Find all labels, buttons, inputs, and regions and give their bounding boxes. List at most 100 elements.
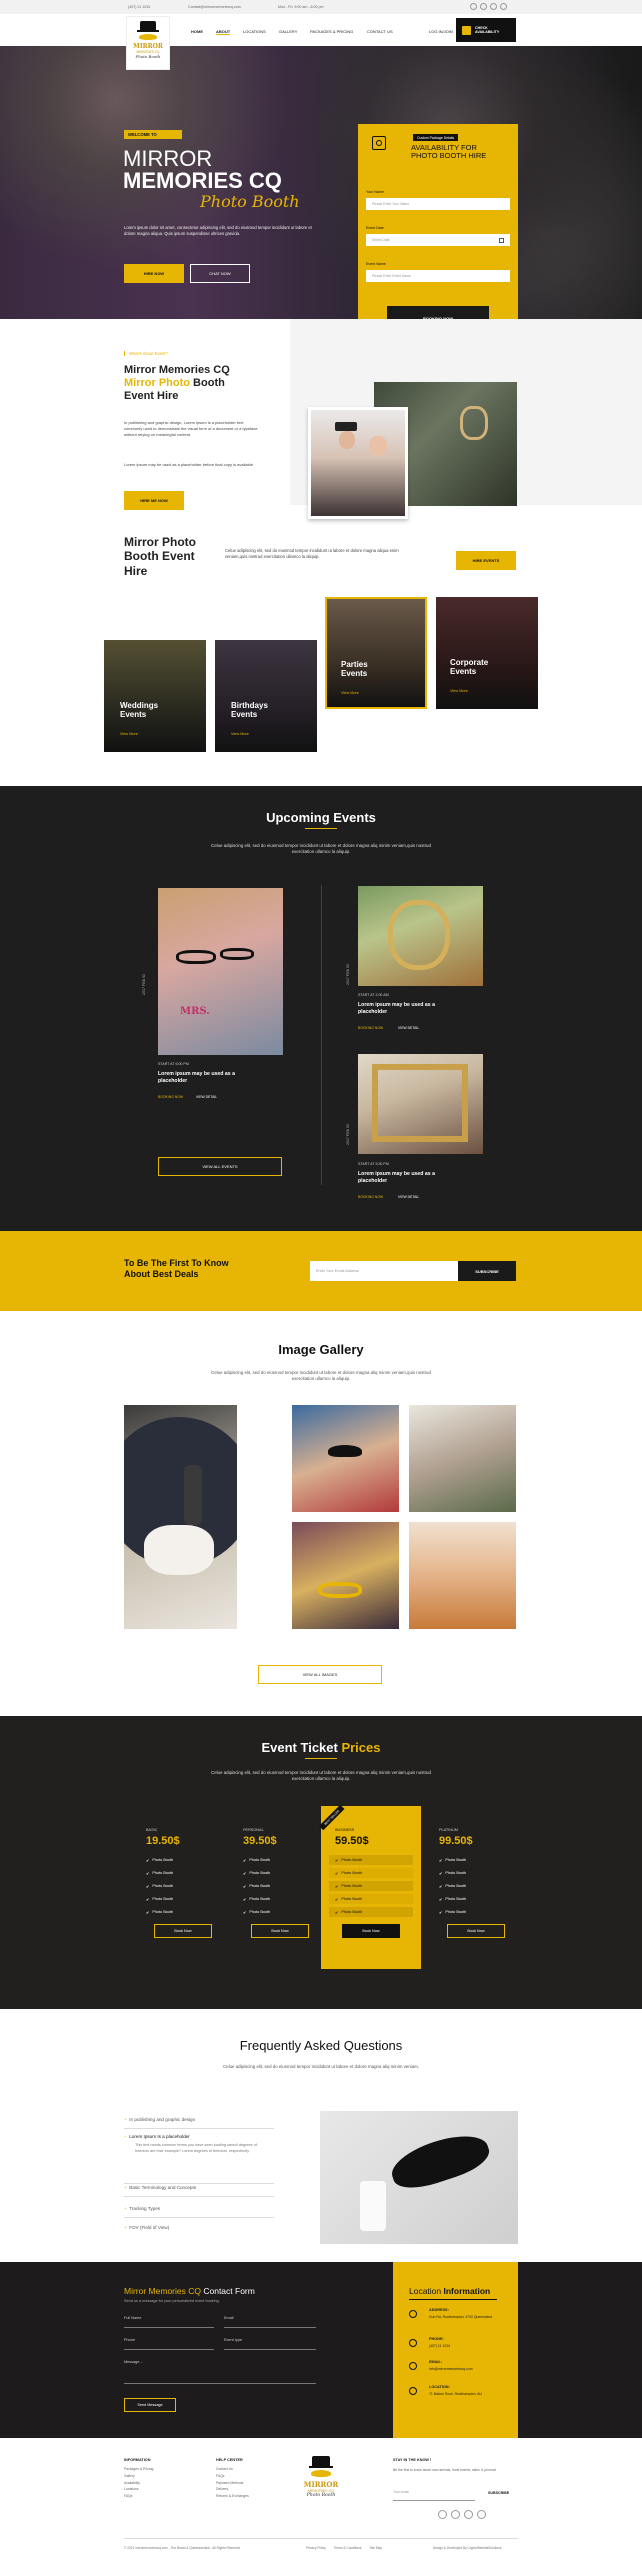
check-availability-button[interactable]: CHECK AVAILABILITY <box>456 18 516 42</box>
plan-price: 99.50$ <box>439 1835 473 1847</box>
plan-feature: ✔ Photo Booth <box>243 1870 271 1876</box>
view-all-images-button[interactable]: VIEW ALL IMAGES <box>258 1665 382 1684</box>
footer-link[interactable]: Locations <box>124 2486 204 2493</box>
upcoming-photo-3 <box>358 1054 483 1154</box>
view-more-link[interactable]: View More <box>450 689 468 693</box>
events-title: Mirror Photo Booth Event Hire <box>124 535 196 578</box>
phone-input[interactable]: Phone <box>124 2338 214 2350</box>
booking-now-link[interactable]: BOOKING NOW <box>158 1095 183 1099</box>
send-message-button[interactable]: Send Message <box>124 2398 176 2412</box>
login-link[interactable]: LOG IN/JOIN <box>429 29 453 34</box>
event-type-input[interactable]: Event type <box>224 2338 316 2350</box>
footer-subscribe-button[interactable]: SUBSCRIBE <box>488 2491 509 2495</box>
hire-now-button[interactable]: HIRE NOW <box>124 264 184 283</box>
footer-email-input[interactable]: Your email <box>393 2490 475 2501</box>
hire-me-now-button[interactable]: HIRE ME NOW <box>124 491 184 510</box>
plan-book-button[interactable]: Book Now <box>251 1924 309 1938</box>
view-more-link[interactable]: View More <box>341 691 359 695</box>
booking-now-link[interactable]: BOOKING NOW <box>358 1195 383 1199</box>
event-card-parties[interactable]: Parties Events View More <box>325 597 427 709</box>
twitter-icon[interactable] <box>451 2510 460 2519</box>
view-detail-link[interactable]: VIEW DETAIL <box>398 1026 419 1030</box>
full-name-input[interactable]: Full Name <box>124 2316 214 2328</box>
view-detail-link[interactable]: VIEW DETAIL <box>196 1095 217 1099</box>
email-text[interactable]: Contact@mirrormemoriescq.com <box>188 5 241 9</box>
nav-packages[interactable]: PACKAGES & PRICING <box>310 29 353 34</box>
pricing-card-personal: PERSONAL 39.50$ ✔ Photo Booth ✔ Photo Booth ✔ P… <box>241 1828 321 1958</box>
plan-name: BASIC <box>146 1828 158 1832</box>
faq-item-5[interactable]: + FOV (Field of View) <box>124 2225 274 2230</box>
contact-email[interactable]: info@mirrormemoriescq.com <box>429 2367 473 2371</box>
subscribe-button[interactable]: SUBSCRIBE <box>458 1261 516 1281</box>
footer-link[interactable]: Packages & Pricing <box>124 2466 204 2473</box>
facebook-icon[interactable] <box>470 3 477 10</box>
view-more-link[interactable]: View More <box>231 732 249 736</box>
view-all-events-button[interactable]: VIEW ALL EVENTS <box>158 1157 282 1176</box>
contact-phone[interactable]: (407) 11 1234 <box>429 2344 450 2348</box>
plan-book-button[interactable]: Book Now <box>342 1924 400 1938</box>
privacy-link[interactable]: Privacy Policy <box>306 2546 326 2550</box>
logo[interactable]: MIRROR MEMORIES CQ Photo Booth <box>126 16 170 70</box>
instagram-icon[interactable] <box>464 2510 473 2519</box>
event-input[interactable]: Please Enter Event Name <box>366 270 510 282</box>
pinterest-icon[interactable] <box>500 3 507 10</box>
plan-feature: ✔ Photo Booth <box>243 1883 271 1889</box>
name-input[interactable]: Please Enter Your Name <box>366 198 510 210</box>
footer-link[interactable]: FAQs <box>124 2493 204 2500</box>
location-title: Location Information <box>409 2286 491 2296</box>
gallery-image-3[interactable] <box>409 1405 516 1512</box>
date-input[interactable]: Select Date <box>366 234 510 246</box>
view-detail-link[interactable]: VIEW DETAIL <box>398 1195 419 1199</box>
view-more-link[interactable]: View More <box>120 732 138 736</box>
faq-item-3[interactable]: + Basic Terminology and Concepts <box>124 2185 274 2190</box>
phone-text[interactable]: (407) 11 1234 <box>128 5 150 9</box>
hire-events-button[interactable]: HIRE EVENTS <box>456 551 516 570</box>
event-card-corporate[interactable]: Corporate Events View More <box>436 597 538 709</box>
logo-text: MIRROR <box>133 43 163 50</box>
nav-home[interactable]: HOME <box>191 29 203 34</box>
nav-contact[interactable]: CONTACT US <box>367 29 393 34</box>
mustache-icon <box>139 34 157 40</box>
best-seller-ribbon: BEST SELLER <box>319 1804 345 1831</box>
footer-logo[interactable]: MIRROR MEMORIES CQ Photo Booth <box>293 2454 349 2520</box>
plan-feature: ✔ Photo Booth <box>146 1909 174 1915</box>
footer-link[interactable]: Returns & Exchanges <box>216 2493 296 2500</box>
footer-link[interactable]: Payment Methods <box>216 2480 296 2487</box>
event-label: Event Name <box>366 262 386 266</box>
faq-item-2[interactable]: − Lorem Ipsum Is a placeholder <box>124 2134 274 2139</box>
plan-book-button[interactable]: Book Now <box>154 1924 212 1938</box>
event-card-birthdays[interactable]: Birthdays Events View More <box>215 640 317 752</box>
plan-feature: ✔ Photo Booth <box>243 1857 271 1863</box>
nav-gallery[interactable]: GALLERY <box>279 29 297 34</box>
event-card-weddings[interactable]: Weddings Events View More <box>104 640 206 752</box>
chat-now-button[interactable]: CHAT NOW <box>190 264 250 283</box>
plan-feature: ✔ Photo Booth <box>243 1896 271 1902</box>
instagram-icon[interactable] <box>490 3 497 10</box>
sitemap-link[interactable]: Site Map <box>369 2546 382 2550</box>
newsletter-email-input[interactable]: Enter Your Email Address <box>310 1261 458 1281</box>
terms-link[interactable]: Terms & Conditions <box>334 2546 362 2550</box>
gallery-image-2[interactable] <box>292 1405 399 1512</box>
footer-link[interactable]: Contact Us <box>216 2466 296 2473</box>
nav-about[interactable]: ABOUT <box>216 29 231 35</box>
nav-locations[interactable]: LOCATIONS <box>243 29 266 34</box>
booking-now-link[interactable]: BOOKING NOW <box>358 1026 383 1030</box>
twitter-icon[interactable] <box>480 3 487 10</box>
footer-link[interactable]: FAQs <box>216 2473 296 2480</box>
facebook-icon[interactable] <box>438 2510 447 2519</box>
message-input[interactable]: Message... <box>124 2360 316 2384</box>
footer-link[interactable]: Availability <box>124 2480 204 2487</box>
pinterest-icon[interactable] <box>477 2510 486 2519</box>
about-tag: What's About Event? <box>124 351 168 356</box>
faq-item-1[interactable]: + In publishing and graphic design <box>124 2117 274 2122</box>
footer-link[interactable]: Gallery <box>124 2473 204 2480</box>
upcoming-photo-2 <box>358 886 483 986</box>
gallery-image-5[interactable] <box>409 1522 516 1629</box>
footer-link[interactable]: Delivery <box>216 2486 296 2493</box>
faq-item-4[interactable]: + Tracking Types <box>124 2206 274 2211</box>
contact-email-input[interactable]: Email <box>224 2316 316 2328</box>
gallery-image-4[interactable] <box>292 1522 399 1629</box>
plan-name: PLATINUM <box>439 1828 458 1832</box>
plan-book-button[interactable]: Book Now <box>447 1924 505 1938</box>
gallery-image-1[interactable] <box>124 1405 237 1629</box>
